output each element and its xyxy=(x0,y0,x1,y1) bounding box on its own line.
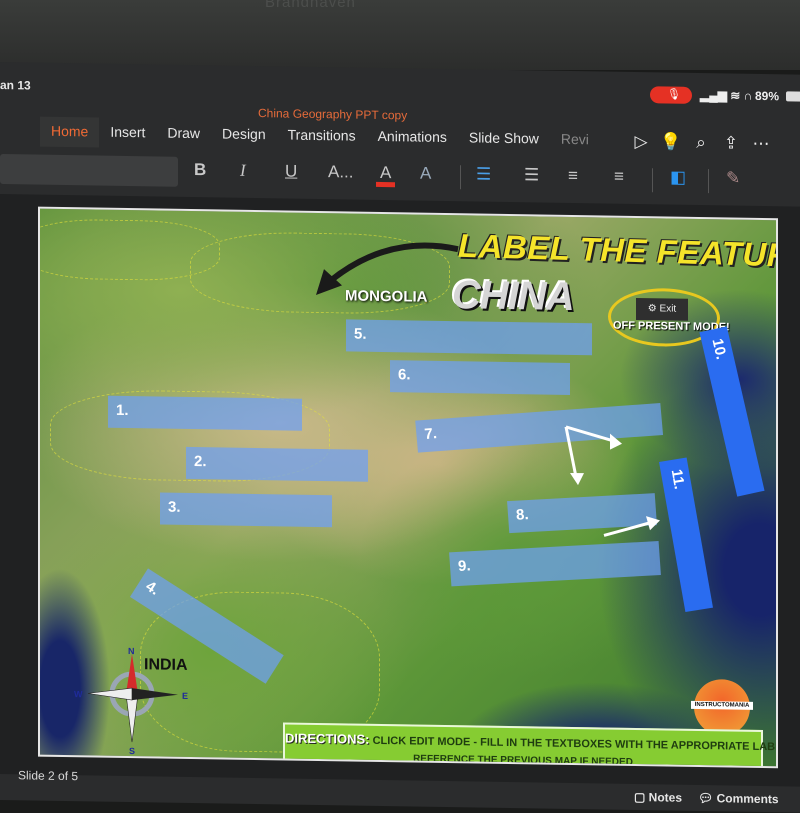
label-box-2[interactable]: 2. xyxy=(186,446,368,482)
ribbon-divider xyxy=(652,168,653,193)
highlight-button[interactable]: A xyxy=(420,164,431,188)
status-time: an 13 xyxy=(0,78,31,93)
mic-icon: 🎙 xyxy=(667,88,681,101)
device-bezel: Brandhaven xyxy=(0,0,800,70)
label-box-5[interactable]: 5. xyxy=(346,319,592,356)
exit-button[interactable]: ⚙ Exit xyxy=(636,297,688,321)
battery-percent: 89% xyxy=(755,88,780,104)
search-icon[interactable]: ⌕ xyxy=(686,131,716,155)
mongolia-label: MONGOLIA xyxy=(345,287,428,306)
notes-label: Notes xyxy=(648,790,683,805)
directions-banner: DIRECTIONS: CLICK EDIT MODE - FILL IN TH… xyxy=(283,722,778,769)
tab-review[interactable]: Revi xyxy=(550,125,600,156)
label-box-3[interactable]: 3. xyxy=(160,492,332,528)
font-color-button[interactable]: A xyxy=(376,162,396,188)
toolbar-icons: ▷ 💡 ⌕ ⇪ ⋯ xyxy=(626,130,776,156)
bold-button[interactable]: B xyxy=(194,160,206,184)
comments-label: Comments xyxy=(716,791,779,807)
exit-label: Exit xyxy=(659,303,677,315)
numbered-list-icon[interactable]: ☰ xyxy=(524,165,539,189)
signal-wifi-icon: ▂▄▆ ≋ ∩ xyxy=(700,87,753,103)
tab-insert[interactable]: Insert xyxy=(99,118,156,149)
arrow-to-bohai xyxy=(564,425,622,486)
compass-e: E xyxy=(182,691,188,701)
ipad-screen: an 13 🎙 ▂▄▆ ≋ ∩ 89% China Geography PPT … xyxy=(0,62,800,813)
mic-indicator[interactable]: 🎙 xyxy=(650,86,692,104)
directions-text-2: REFERENCE THE PREVIOUS MAP IF NEEDED xyxy=(413,753,633,768)
slide-title: LABEL THE FEATURE xyxy=(457,226,778,275)
slide[interactable]: LABEL THE FEATURE CHINA MONGOLIA ⚙ Exit … xyxy=(38,206,778,769)
home-ribbon: B I U A... A A ☰ ☰ ≡ ≡ ◧ ✎ xyxy=(0,150,800,203)
italic-button[interactable]: I xyxy=(240,161,246,185)
ribbon-divider xyxy=(708,169,709,194)
label-box-1[interactable]: 1. xyxy=(108,395,302,431)
slide-counter: Slide 2 of 5 xyxy=(18,768,79,784)
font-name-field[interactable] xyxy=(0,154,178,187)
logo-text: INSTRUCTOMANIA xyxy=(691,700,753,710)
tab-transitions[interactable]: Transitions xyxy=(277,120,367,151)
tab-draw[interactable]: Draw xyxy=(156,118,211,149)
brand-label: Brandhaven xyxy=(265,0,356,11)
status-bar: an 13 🎙 ▂▄▆ ≋ ∩ 89% xyxy=(0,76,800,111)
label-box-10[interactable]: 10. xyxy=(699,326,765,497)
tab-design[interactable]: Design xyxy=(211,119,277,150)
bullet-list-icon[interactable]: ☰ xyxy=(476,164,491,188)
share-icon[interactable]: ⇪ xyxy=(716,131,746,155)
comments-button[interactable]: 💬︎ Comments xyxy=(698,791,779,806)
more-icon[interactable]: ⋯ xyxy=(746,132,776,156)
compass-n: N xyxy=(128,646,134,656)
font-size-button[interactable]: A... xyxy=(328,162,354,186)
directions-text: CLICK EDIT MODE - FILL IN THE TEXTBOXES … xyxy=(372,734,778,754)
notes-icon: ▢ xyxy=(634,789,649,805)
label-box-9[interactable]: 9. xyxy=(449,541,661,587)
ribbon-tabs: Home Insert Draw Design Transitions Anim… xyxy=(40,116,600,156)
paragraph-options-icon[interactable]: ≡ xyxy=(568,166,578,190)
tab-slide-show[interactable]: Slide Show xyxy=(458,123,550,154)
gear-icon: ⚙ xyxy=(647,303,660,315)
play-icon[interactable]: ▷ xyxy=(626,130,656,154)
compass-w: W xyxy=(74,689,83,699)
shapes-icon[interactable]: ◧ xyxy=(670,168,686,192)
tab-animations[interactable]: Animations xyxy=(367,122,458,153)
battery-icon xyxy=(786,91,800,102)
compass-s: S xyxy=(129,746,135,756)
comment-icon: 💬︎ xyxy=(698,790,717,806)
ribbon-divider xyxy=(460,165,461,190)
arrow-to-yangtze-mouth xyxy=(603,516,660,537)
tab-home[interactable]: Home xyxy=(40,116,100,148)
slide-canvas: LABEL THE FEATURE CHINA MONGOLIA ⚙ Exit … xyxy=(0,194,800,787)
align-text-icon[interactable]: ≡ xyxy=(614,167,624,191)
label-box-6[interactable]: 6. xyxy=(390,360,570,395)
instructomania-logo: INSTRUCTOMANIA xyxy=(691,678,753,736)
notes-button[interactable]: ▢ Notes xyxy=(634,790,682,805)
slide-subtitle-china: CHINA xyxy=(452,273,574,320)
india-label: INDIA xyxy=(144,656,188,674)
underline-button[interactable]: U xyxy=(285,161,297,185)
directions-heading: DIRECTIONS: xyxy=(285,730,370,747)
format-painter-icon[interactable]: ✎ xyxy=(726,168,740,192)
lightbulb-icon[interactable]: 💡 xyxy=(656,130,686,154)
